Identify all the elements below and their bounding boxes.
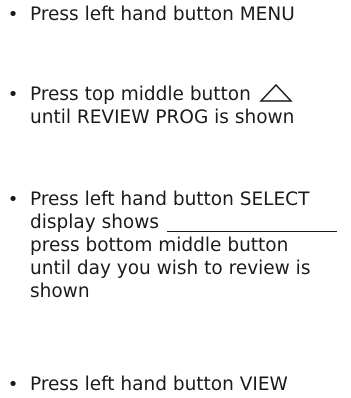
step-2-line-2: until REVIEW PROG is shown	[30, 107, 295, 128]
step-1-line-1: Press left hand button MENU	[30, 4, 295, 25]
step-3-line-5: shown	[30, 281, 90, 302]
bullet-icon: •	[7, 374, 19, 395]
bullet-icon: •	[7, 84, 19, 105]
step-4-line-1: Press left hand button VIEW	[30, 374, 288, 395]
triangle-up-icon	[259, 83, 293, 102]
step-3-line-4: until day you wish to review is	[30, 258, 311, 279]
step-3-line-3: press bottom middle button	[30, 235, 289, 256]
bullet-icon: •	[7, 189, 19, 210]
step-3-line-1: Press left hand button SELECT	[30, 189, 310, 210]
bullet-icon: •	[7, 4, 19, 25]
step-2-text: Press top middle button until REVIEW PRO…	[30, 83, 351, 129]
step-3-text: Press left hand button SELECT display sh…	[30, 188, 351, 303]
step-1-text: Press left hand button MENU	[30, 3, 351, 26]
step-3-line-2: display shows	[30, 212, 160, 233]
step-4-text: Press left hand button VIEW	[30, 373, 351, 396]
step-2-line-1: Press top middle button	[30, 84, 251, 105]
blank-display-line	[166, 213, 337, 232]
